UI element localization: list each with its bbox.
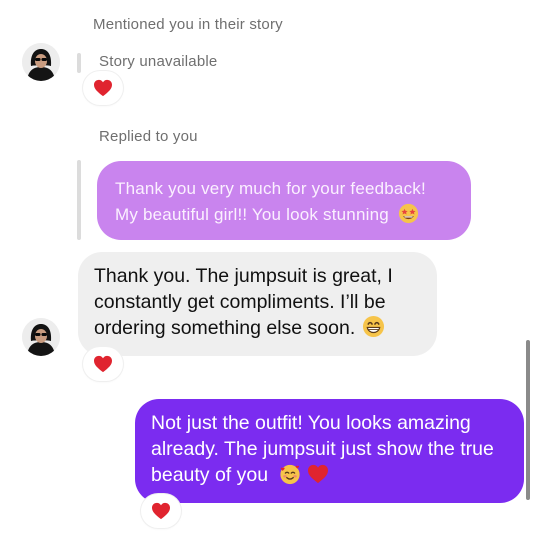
heart-icon xyxy=(152,502,170,520)
quoted-message-text: Thank you very much for your feedback! M… xyxy=(115,179,426,224)
outgoing-message[interactable]: Not just the outfit! You looks amazing a… xyxy=(135,399,524,503)
story-unavailable-text: Story unavailable xyxy=(99,53,218,70)
star-struck-emoji-icon xyxy=(398,203,418,224)
quote-bar xyxy=(77,53,81,73)
incoming-message-text: Thank you. The jumpsuit is great, I cons… xyxy=(94,265,393,339)
avatar-photo-icon xyxy=(22,43,60,81)
red-heart-emoji-icon xyxy=(307,464,328,483)
outgoing-message-reaction[interactable] xyxy=(141,494,181,528)
incoming-message[interactable]: Thank you. The jumpsuit is great, I cons… xyxy=(78,252,437,356)
reply-label: Replied to you xyxy=(99,128,198,145)
story-mention-label: Mentioned you in their story xyxy=(93,16,283,33)
story-reaction[interactable] xyxy=(83,71,123,105)
reply-quote-bar xyxy=(77,160,81,240)
smiling-face-with-hearts-emoji-icon xyxy=(279,464,300,484)
scrollbar[interactable] xyxy=(526,340,530,500)
heart-icon xyxy=(94,355,112,373)
avatar-photo-icon xyxy=(22,318,60,356)
incoming-message-reaction[interactable] xyxy=(83,347,123,381)
avatar[interactable] xyxy=(22,318,60,356)
quoted-message[interactable]: Thank you very much for your feedback! M… xyxy=(97,161,471,240)
heart-icon xyxy=(94,79,112,97)
grinning-emoji-icon xyxy=(362,315,384,337)
avatar[interactable] xyxy=(22,43,60,81)
